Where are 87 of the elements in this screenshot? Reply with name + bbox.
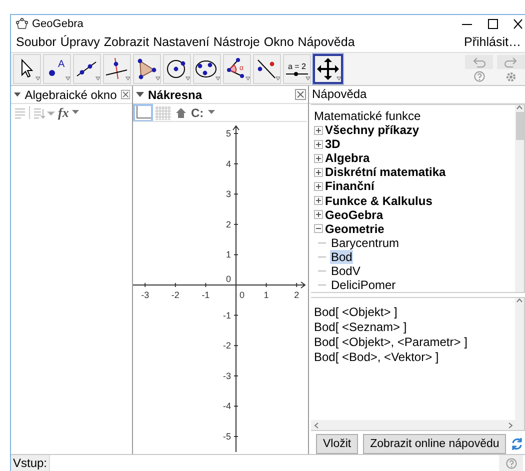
- tick-label: -3: [222, 370, 231, 381]
- tick-label: 5: [226, 128, 231, 138]
- app-logo-icon: [16, 18, 28, 30]
- syntax-line: Bod[ <Objekt>, <Parametr> ]: [314, 335, 468, 350]
- tree-item[interactable]: 3D: [325, 137, 340, 152]
- tree-item[interactable]: Všechny příkazy: [325, 123, 420, 137]
- graphics-canvas[interactable]: -3 -2 -1 0 1 2 5 4 3 2 1 0 -1 -2 -3 -4 -5: [133, 121, 307, 452]
- syntax-line: Bod[ <Seznam> ]: [314, 320, 408, 334]
- tick-label: 0: [226, 274, 231, 284]
- tick-label: 3: [226, 189, 231, 200]
- panel-title: Nákresna: [148, 88, 204, 102]
- tick-label: 1: [226, 250, 231, 260]
- tree-item[interactable]: DeliciPomer: [330, 278, 397, 292]
- sign-in-link[interactable]: Přihlásit…: [462, 35, 523, 50]
- point-capture-button[interactable]: C:: [191, 106, 204, 120]
- tree-connector-line: [318, 242, 326, 244]
- scroll-left-icon[interactable]: [314, 422, 319, 428]
- tick-label: -1: [202, 290, 210, 300]
- redo-arrow-icon: [503, 54, 519, 69]
- menu-item[interactable]: Zobrazit: [102, 35, 152, 50]
- collapse-triangle-icon[interactable]: [136, 92, 144, 98]
- tree-connector-line: [318, 284, 326, 286]
- tick-label: -1: [222, 310, 231, 320]
- collapse-icon[interactable]: [314, 224, 323, 234]
- expand-icon[interactable]: [314, 168, 323, 177]
- tick-label: -2: [222, 340, 231, 351]
- expand-icon[interactable]: [314, 196, 323, 206]
- scroll-right-icon[interactable]: [508, 422, 513, 428]
- expand-icon[interactable]: [314, 182, 323, 191]
- axes-toggle-icon[interactable]: [135, 106, 151, 120]
- grid-toggle-icon[interactable]: [155, 106, 171, 120]
- tick-label: 2: [226, 219, 231, 230]
- four-way-arrow-icon: [315, 56, 341, 82]
- help-icon[interactable]: [474, 70, 484, 82]
- menu-item[interactable]: Nástroje: [211, 35, 262, 50]
- maximize-icon[interactable]: [487, 18, 499, 30]
- window-title: GeoGebra: [32, 18, 84, 30]
- tree-item[interactable]: Diskrétní matematika: [325, 165, 446, 180]
- tree-connector-line: [318, 256, 326, 258]
- tree-item[interactable]: Finanční: [325, 179, 374, 194]
- scrollbar-thumb[interactable]: [516, 112, 524, 140]
- panel-title: Algebraické okno: [24, 88, 117, 102]
- tree-item[interactable]: Algebra: [325, 151, 370, 166]
- tree-item[interactable]: GeoGebra: [325, 208, 384, 222]
- tick-label: -5: [222, 432, 231, 442]
- panel-title: Nápověda: [312, 87, 367, 102]
- function-button[interactable]: fx: [58, 104, 69, 120]
- help-button[interactable]: Vložit: [316, 434, 358, 454]
- tick-label: -4: [222, 401, 231, 412]
- tree-item[interactable]: BodV: [330, 264, 362, 278]
- menu-item[interactable]: Soubor: [14, 35, 58, 50]
- tree-item[interactable]: Funkce & Kalkulus: [325, 194, 432, 208]
- collapse-triangle-icon[interactable]: [14, 92, 21, 98]
- refresh-icon[interactable]: [511, 437, 524, 451]
- tree-item[interactable]: Geometrie: [325, 222, 384, 236]
- menu-item[interactable]: Nastavení: [151, 35, 212, 50]
- syntax-line: Bod[ <Objekt> ]: [314, 305, 398, 320]
- scroll-up-icon[interactable]: [516, 298, 523, 304]
- settings-icon[interactable]: [505, 70, 517, 83]
- undo-arrow-icon: [471, 54, 487, 69]
- tick-label: 1: [264, 290, 269, 300]
- tree-connector-line: [318, 270, 326, 272]
- expand-icon[interactable]: [314, 210, 323, 220]
- tree-root-label: Matematické funkce: [314, 108, 421, 123]
- caret-icon[interactable]: [72, 110, 79, 115]
- syntax-line: Bod[ <Bod>, <Vektor> ]: [314, 350, 440, 364]
- menu-item[interactable]: Okno: [262, 35, 296, 50]
- tree-item[interactable]: Barycentrum: [330, 236, 400, 250]
- close-icon[interactable]: [513, 18, 523, 30]
- tick-label: 0: [240, 290, 244, 300]
- tree-item[interactable]: Bod: [330, 250, 354, 264]
- home-icon[interactable]: [175, 106, 187, 118]
- tick-label: 2: [294, 290, 300, 300]
- menu-item[interactable]: Nápověda: [296, 35, 357, 50]
- tool-button[interactable]: [313, 54, 343, 84]
- expand-icon[interactable]: [314, 126, 323, 134]
- perpendicular-line-icon: [104, 56, 130, 82]
- menu-item[interactable]: Úpravy: [58, 35, 102, 50]
- expand-icon[interactable]: [314, 154, 323, 163]
- expand-icon[interactable]: [314, 140, 323, 149]
- tick-label: -3: [141, 290, 150, 300]
- caret-icon[interactable]: [208, 110, 215, 115]
- input-label: Vstup:: [11, 455, 50, 471]
- scroll-up-icon[interactable]: [516, 104, 523, 110]
- tick-label: -2: [171, 290, 180, 300]
- tick-label: 4: [226, 158, 231, 169]
- help-button[interactable]: Zobrazit online nápovědu: [363, 434, 506, 454]
